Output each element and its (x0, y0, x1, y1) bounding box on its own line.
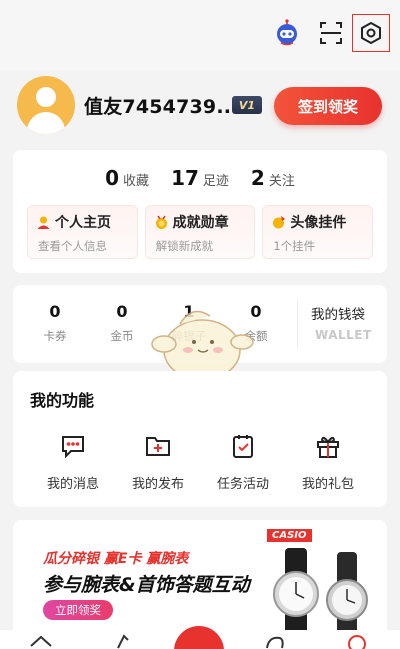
func-my-messages[interactable]: 我的消息 (38, 431, 108, 492)
func-my-publish[interactable]: 我的发布 (123, 431, 193, 492)
gift-icon (313, 431, 343, 461)
community-icon[interactable] (262, 634, 288, 649)
settings-icon[interactable] (352, 14, 390, 52)
pendant-icon (271, 215, 286, 230)
stat-value: 2 (250, 166, 265, 190)
tile-achievements[interactable]: 成就勋章 解锁新成就 (144, 205, 256, 259)
banner-claim-button[interactable]: 立即领奖 (43, 600, 113, 620)
level-badge: V1 (232, 96, 262, 114)
divider (297, 299, 298, 349)
wallet-title[interactable]: 我的钱袋 (311, 303, 365, 323)
tile-title: 头像挂件 (290, 215, 347, 231)
tile-title: 个人主页 (55, 215, 111, 231)
profile-icon[interactable] (344, 634, 370, 649)
home-icon[interactable] (28, 634, 54, 649)
stat-following[interactable]: 2 关注 (251, 166, 295, 190)
stat-label: 关注 (268, 174, 295, 189)
banner-line-2: 参与腕表&首饰答题互动 (43, 574, 250, 596)
func-label: 任务活动 (216, 477, 269, 492)
tile-subtitle: 查看个人信息 (38, 239, 107, 253)
banner-line-1: 瓜分碎银 赢E卡 赢腕表 (43, 551, 189, 567)
stat-history[interactable]: 17 足迹 (171, 166, 229, 190)
tile-personal-page[interactable]: 个人主页 查看个人信息 (27, 205, 138, 259)
wallet-value: 0 (49, 302, 61, 321)
user-icon (36, 215, 51, 230)
discover-icon[interactable] (110, 634, 136, 649)
profile-row: 值友7454739... V1 签到领奖 (0, 70, 400, 146)
task-icon (228, 431, 258, 461)
tile-avatar-pendant[interactable]: 头像挂件 1个挂件 (262, 205, 374, 259)
stat-value: 0 (105, 166, 120, 190)
checkin-button[interactable]: 签到领奖 (274, 87, 382, 125)
feature-tiles: 个人主页 查看个人信息 成就勋章 解锁新成就 头像挂件 1个挂件 (27, 205, 374, 259)
wallet-value: 0 (116, 302, 128, 321)
post-plus-button[interactable] (174, 626, 224, 649)
medal-icon (154, 215, 169, 230)
bottom-nav (0, 626, 400, 649)
func-label: 我的礼包 (301, 477, 354, 492)
wallet-coupons[interactable]: 0 卡券 (25, 302, 85, 344)
wallet-label: 卡券 (43, 329, 67, 343)
stats-row: 0 收藏 17 足迹 2 关注 (13, 166, 387, 190)
wallet-subtitle: WALLET (315, 328, 372, 342)
scan-icon[interactable] (312, 14, 350, 52)
stat-label: 足迹 (202, 174, 229, 189)
func-my-gifts[interactable]: 我的礼包 (293, 431, 363, 492)
publish-icon (143, 431, 173, 461)
section-title: 我的功能 (30, 391, 95, 410)
tile-subtitle: 1个挂件 (273, 239, 316, 253)
wallet-label: 金币 (110, 329, 134, 343)
brand-logo: CASIO (267, 529, 312, 542)
func-label: 我的消息 (46, 477, 99, 492)
message-icon (58, 431, 88, 461)
top-bar (0, 0, 400, 70)
func-label: 我的发布 (131, 477, 184, 492)
username[interactable]: 值友7454739... (84, 92, 239, 119)
tile-title: 成就勋章 (172, 215, 229, 231)
functions-card: 我的功能 我的消息 我的发布 任务活动 我的礼包 (13, 371, 387, 507)
stat-value: 17 (171, 166, 199, 190)
wallet-gold-coins[interactable]: 0 金币 (92, 302, 152, 344)
stat-label: 收藏 (123, 174, 150, 189)
func-task-activity[interactable]: 任务活动 (208, 431, 278, 492)
tile-subtitle: 解锁新成就 (155, 239, 214, 253)
robot-assistant-icon[interactable] (268, 14, 306, 52)
stat-favorites[interactable]: 0 收藏 (105, 166, 149, 190)
stats-card: 0 收藏 17 足迹 2 关注 个人主页 查看个人信息 成就勋章 解锁新成就 头… (13, 150, 387, 273)
avatar[interactable] (17, 76, 75, 134)
